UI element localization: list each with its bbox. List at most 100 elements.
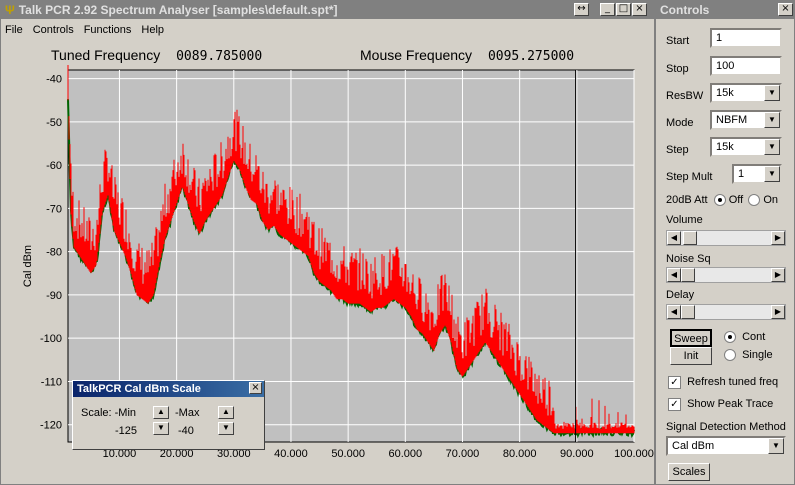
- y-axis-label: Cal dBm: [22, 245, 34, 287]
- cont-label: Cont: [742, 331, 766, 343]
- step-dropdown-icon[interactable]: ▼: [764, 139, 780, 155]
- maximize-button[interactable]: □: [616, 3, 631, 16]
- controls-titlebar[interactable]: Controls: [656, 1, 794, 19]
- att-off-label: Off: [728, 194, 744, 206]
- controls-title: Controls: [660, 3, 710, 17]
- menu-help[interactable]: Help: [141, 24, 164, 36]
- noise-right-arrow-icon[interactable]: ▶: [771, 268, 785, 282]
- menu-controls[interactable]: Controls: [33, 24, 74, 36]
- scale-max-value: -40: [178, 425, 194, 437]
- step-select[interactable]: 15k ▼: [710, 137, 782, 157]
- noise-left-arrow-icon[interactable]: ◀: [667, 268, 681, 282]
- x-tick-label: 60.000: [388, 448, 422, 460]
- app-icon: Ψ: [5, 3, 15, 17]
- volume-thumb[interactable]: [683, 231, 697, 245]
- mode-label: Mode: [666, 117, 694, 129]
- attenuator-group: 20dB Att Off On: [666, 194, 779, 207]
- mouse-frequency-label: Mouse Frequency: [360, 47, 473, 63]
- max-up-button[interactable]: ▲: [218, 406, 234, 419]
- window-title: Talk PCR 2.92 Spectrum Analyser [samples…: [18, 3, 338, 17]
- step-value: 15k: [716, 141, 734, 153]
- restore-button[interactable]: ↔: [574, 3, 589, 16]
- controls-panel: Controls × Start 1 Stop 100 ResBW 15k ▼ …: [655, 0, 795, 485]
- noise-slider[interactable]: ◀ ▶: [666, 267, 786, 283]
- scale-dialog-close-button[interactable]: ×: [249, 382, 262, 394]
- delay-label: Delay: [666, 289, 695, 301]
- mode-value: NBFM: [716, 114, 748, 126]
- min-up-button[interactable]: ▲: [153, 406, 169, 419]
- noise-label: Noise Sq: [666, 253, 711, 265]
- scales-button[interactable]: Scales: [668, 463, 710, 481]
- stepmult-label: Step Mult: [666, 171, 713, 183]
- peak-checkbox[interactable]: ✓: [668, 398, 681, 411]
- y-tick-label: -80: [46, 247, 62, 259]
- mode-dropdown-icon[interactable]: ▼: [764, 112, 780, 128]
- resbw-label: ResBW: [666, 90, 704, 102]
- x-tick-label: 90.000: [560, 448, 594, 460]
- stepmult-dropdown-icon[interactable]: ▼: [764, 166, 780, 182]
- init-button[interactable]: Init: [670, 347, 712, 365]
- resbw-value: 15k: [716, 87, 734, 99]
- scale-min-value: -125: [115, 425, 138, 437]
- resbw-dropdown-icon[interactable]: ▼: [764, 85, 780, 101]
- detect-value: Cal dBm: [672, 440, 715, 452]
- tuned-frequency: Tuned Frequency 0089.785000: [51, 47, 262, 64]
- refresh-label: Refresh tuned freq: [687, 376, 779, 389]
- stop-input[interactable]: 100: [710, 56, 782, 76]
- volume-label: Volume: [666, 214, 703, 226]
- scale-dialog: TalkPCR Cal dBm Scale × Scale: -Min -Max…: [72, 380, 265, 450]
- min-down-button[interactable]: ▼: [153, 422, 169, 435]
- mouse-frequency-value: 0095.275000: [487, 49, 575, 64]
- spectrum-titlebar[interactable]: Ψ Talk PCR 2.92 Spectrum Analyser [sampl…: [1, 1, 654, 19]
- scale-dialog-title: TalkPCR Cal dBm Scale: [77, 383, 201, 395]
- delay-thumb[interactable]: [681, 305, 695, 319]
- menu-file[interactable]: File: [5, 24, 23, 36]
- delay-slider[interactable]: ◀ ▶: [666, 304, 786, 320]
- tuned-frequency-value: 0089.785000: [176, 49, 263, 64]
- scale-min-label: Scale: -Min: [81, 407, 137, 419]
- x-tick-label: 40.000: [274, 448, 308, 460]
- att-on-label: On: [763, 194, 779, 206]
- stepmult-select[interactable]: 1 ▼: [732, 164, 782, 184]
- start-input[interactable]: 1: [710, 28, 782, 48]
- att-on-radio[interactable]: [748, 194, 761, 207]
- volume-left-arrow-icon[interactable]: ◀: [667, 231, 681, 245]
- y-tick-label: -110: [41, 376, 62, 388]
- stepmult-value: 1: [738, 168, 745, 180]
- close-button[interactable]: ×: [632, 3, 647, 16]
- detect-select[interactable]: Cal dBm ▼: [666, 436, 786, 456]
- cont-radio[interactable]: [724, 331, 736, 344]
- resbw-select[interactable]: 15k ▼: [710, 83, 782, 103]
- x-tick-label: 80.000: [503, 448, 537, 460]
- scale-dialog-titlebar[interactable]: TalkPCR Cal dBm Scale: [73, 381, 264, 397]
- x-tick-label: 70.000: [446, 448, 480, 460]
- cont-option[interactable]: Cont: [724, 331, 766, 344]
- controls-close-button[interactable]: ×: [778, 3, 793, 16]
- refresh-option[interactable]: ✓ Refresh tuned freq: [668, 376, 778, 389]
- menu-functions[interactable]: Functions: [84, 24, 132, 36]
- mode-select[interactable]: NBFM ▼: [710, 110, 782, 130]
- y-tick-label: -90: [46, 290, 62, 302]
- single-option[interactable]: Single: [724, 349, 773, 362]
- att-label: 20dB Att: [666, 194, 708, 206]
- volume-right-arrow-icon[interactable]: ▶: [771, 231, 785, 245]
- delay-left-arrow-icon[interactable]: ◀: [667, 305, 681, 319]
- att-off-radio[interactable]: [713, 194, 726, 207]
- single-radio[interactable]: [724, 349, 736, 362]
- sweep-button[interactable]: Sweep: [670, 329, 712, 347]
- spectrum-window: Ψ Talk PCR 2.92 Spectrum Analyser [sampl…: [0, 0, 655, 485]
- max-down-button[interactable]: ▼: [218, 422, 234, 435]
- peak-label: Show Peak Trace: [687, 398, 774, 411]
- detect-dropdown-icon[interactable]: ▼: [768, 438, 784, 454]
- delay-right-arrow-icon[interactable]: ▶: [771, 305, 785, 319]
- minimize-button[interactable]: _: [600, 3, 615, 16]
- step-label: Step: [666, 144, 689, 156]
- noise-thumb[interactable]: [681, 268, 695, 282]
- y-tick-label: -100: [40, 333, 62, 345]
- peak-option[interactable]: ✓ Show Peak Trace: [668, 398, 773, 411]
- single-label: Single: [742, 349, 773, 361]
- y-tick-label: -50: [46, 117, 62, 129]
- refresh-checkbox[interactable]: ✓: [668, 376, 681, 389]
- volume-slider[interactable]: ◀ ▶: [666, 230, 786, 246]
- y-tick-label: -60: [46, 160, 62, 172]
